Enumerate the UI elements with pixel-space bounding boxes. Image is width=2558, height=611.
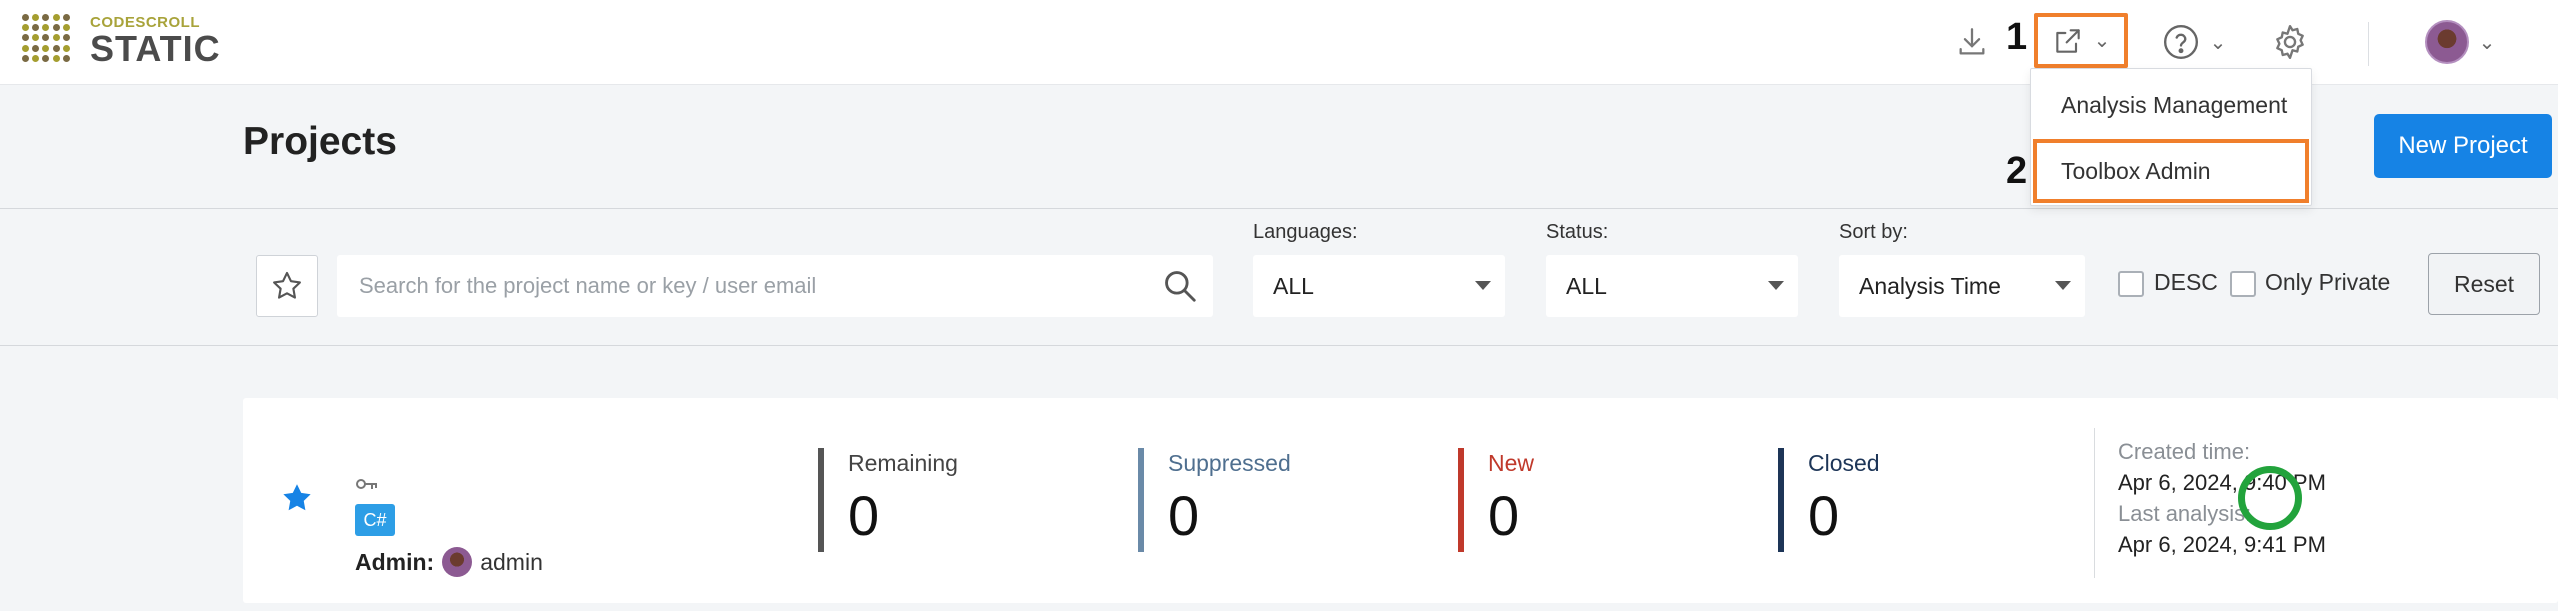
status-select[interactable]: ALL bbox=[1546, 255, 1798, 317]
stat-value: 0 bbox=[1808, 484, 1840, 547]
desc-label: DESC bbox=[2154, 269, 2218, 295]
admin-avatar bbox=[442, 547, 473, 577]
languages-select-value: ALL bbox=[1273, 272, 1314, 299]
only-private-label: Only Private bbox=[2265, 269, 2391, 295]
header-divider bbox=[2368, 22, 2369, 66]
external-tools-button[interactable]: ⌄ bbox=[2034, 13, 2128, 68]
project-card[interactable]: C# Admin: admin Remaining 0 Suppressed 0… bbox=[243, 398, 2558, 603]
stat-value: 0 bbox=[848, 484, 880, 547]
external-link-icon bbox=[2055, 28, 2080, 53]
caret-down-icon bbox=[2055, 281, 2071, 290]
desc-checkbox[interactable] bbox=[2118, 271, 2144, 297]
stat-closed[interactable]: Closed 0 bbox=[1778, 448, 1880, 552]
favorites-filter-button[interactable] bbox=[256, 255, 318, 317]
star-outline-icon bbox=[273, 271, 301, 299]
stat-label: New bbox=[1488, 450, 1535, 476]
search-input[interactable] bbox=[337, 255, 1137, 317]
language-badge: C# bbox=[355, 504, 395, 536]
caret-down-icon bbox=[1768, 281, 1784, 290]
caret-down-icon bbox=[1475, 281, 1491, 290]
sort-by-label: Sort by: bbox=[1839, 221, 1908, 243]
card-divider bbox=[2094, 428, 2095, 578]
sort-by-select-value: Analysis Time bbox=[1859, 272, 2001, 299]
download-button[interactable] bbox=[1950, 20, 1994, 64]
chevron-down-icon: ⌄ bbox=[2209, 31, 2227, 54]
stat-bar bbox=[1458, 448, 1464, 552]
stat-label: Closed bbox=[1808, 450, 1880, 476]
chevron-down-icon: ⌄ bbox=[2093, 30, 2111, 52]
chevron-down-icon: ⌄ bbox=[2478, 31, 2496, 54]
stat-bar bbox=[1778, 448, 1784, 552]
stat-bar bbox=[1138, 448, 1144, 552]
last-analysis-value: Apr 6, 2024, 9:41 PM bbox=[2118, 532, 2326, 557]
status-label: Status: bbox=[1546, 221, 1609, 243]
help-button[interactable]: ⌄ bbox=[2158, 20, 2230, 64]
sort-by-select[interactable]: Analysis Time bbox=[1839, 255, 2085, 317]
search-icon[interactable] bbox=[1161, 267, 1199, 305]
new-project-button[interactable]: New Project bbox=[2374, 114, 2552, 178]
admin-label: Admin: bbox=[355, 548, 435, 575]
stat-label: Remaining bbox=[848, 450, 958, 476]
logo-text-bottom: STATIC bbox=[90, 28, 221, 69]
stat-new[interactable]: New 0 bbox=[1458, 448, 1534, 552]
analysis-status-icon[interactable] bbox=[2238, 466, 2302, 530]
created-time-label: Created time: bbox=[2118, 439, 2251, 464]
project-admin: Admin: admin bbox=[355, 546, 543, 578]
key-icon bbox=[356, 479, 377, 489]
favorite-star-icon[interactable] bbox=[279, 480, 315, 516]
stat-suppressed[interactable]: Suppressed 0 bbox=[1138, 448, 1291, 552]
filter-bar: Languages: ALL Status: ALL Sort by: Anal… bbox=[0, 208, 2558, 346]
admin-name: admin bbox=[480, 548, 543, 575]
menu-item-analysis-management[interactable]: Analysis Management bbox=[2031, 79, 2313, 131]
search-box bbox=[337, 255, 1213, 317]
annotation-step-2: 2 bbox=[2006, 150, 2028, 192]
gear-icon bbox=[2276, 24, 2304, 60]
page-title: Projects bbox=[243, 120, 397, 163]
logo-mark-icon bbox=[22, 14, 70, 62]
download-icon bbox=[1959, 28, 1985, 55]
stat-value: 0 bbox=[1168, 484, 1200, 547]
help-icon bbox=[2163, 24, 2198, 60]
user-avatar bbox=[2424, 20, 2469, 64]
status-select-value: ALL bbox=[1566, 272, 1607, 299]
stat-value: 0 bbox=[1488, 484, 1520, 547]
annotation-step-1: 1 bbox=[2006, 16, 2028, 58]
codescroll-logo[interactable]: CODESCROLL STATIC bbox=[22, 14, 222, 69]
menu-item-toolbox-admin[interactable]: Toolbox Admin bbox=[2033, 139, 2309, 203]
stat-label: Suppressed bbox=[1168, 450, 1291, 476]
stat-remaining[interactable]: Remaining 0 bbox=[818, 448, 958, 552]
stat-bar bbox=[818, 448, 824, 552]
only-private-checkbox[interactable] bbox=[2230, 271, 2256, 297]
external-tools-menu: Analysis Management Toolbox Admin bbox=[2030, 68, 2312, 206]
languages-select[interactable]: ALL bbox=[1253, 255, 1505, 317]
reset-button[interactable]: Reset bbox=[2428, 253, 2540, 315]
user-menu-button[interactable]: ⌄ bbox=[2420, 20, 2500, 64]
languages-label: Languages: bbox=[1253, 221, 1358, 243]
settings-button[interactable] bbox=[2262, 20, 2318, 64]
